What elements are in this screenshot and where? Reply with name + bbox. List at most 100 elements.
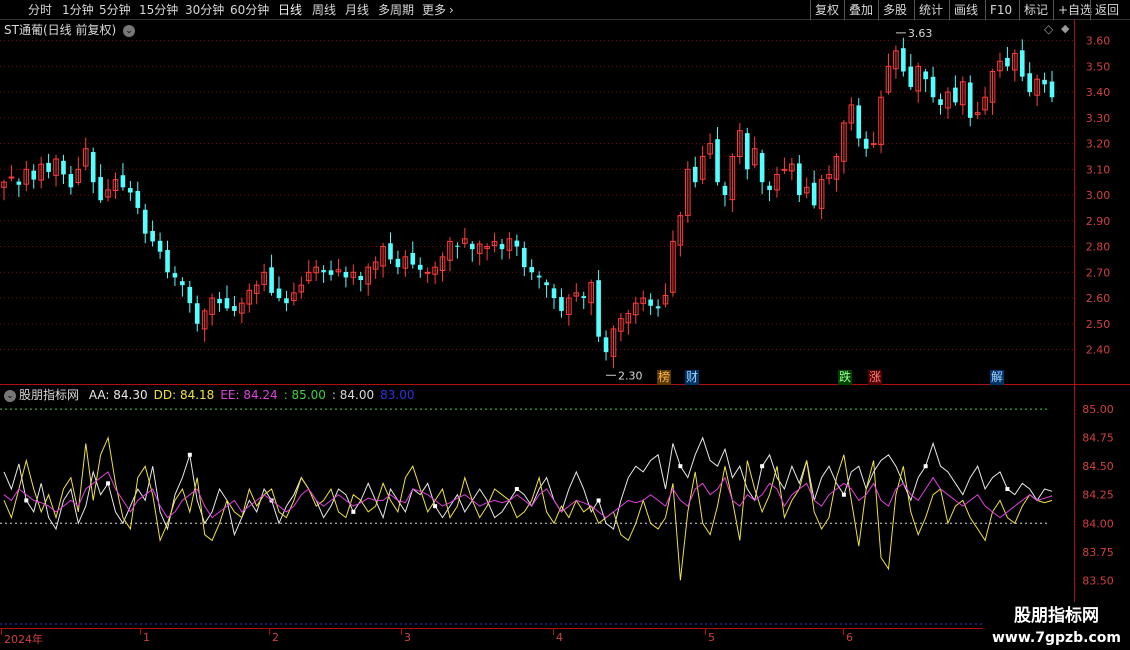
candle-body — [269, 267, 274, 293]
candle-body — [908, 66, 914, 87]
candle-body — [856, 105, 862, 139]
indicator-tick-label: 84.75 — [1082, 432, 1114, 445]
indicator-tick-label: 83.75 — [1082, 546, 1114, 559]
candle-body — [536, 275, 542, 278]
candle-body — [603, 337, 609, 353]
candle-body — [31, 170, 37, 180]
indicator-tick-label: 85.00 — [1082, 403, 1114, 416]
event-marker-2[interactable]: 跌 — [838, 370, 853, 385]
date-label-3: 3 — [404, 631, 411, 644]
candle-body — [953, 87, 958, 103]
price-tick-label: 3.10 — [1086, 163, 1111, 176]
candle-body — [120, 175, 126, 188]
candle-body — [692, 166, 698, 183]
candle-body — [744, 133, 750, 170]
candle-body — [1027, 73, 1033, 93]
candle-body — [863, 138, 869, 149]
candle-body — [581, 296, 587, 299]
candle-body — [529, 267, 535, 273]
candle-body — [232, 306, 237, 311]
low-price-label: 2.30 — [618, 369, 643, 382]
event-marker-1[interactable]: 财 — [685, 370, 700, 385]
date-label-1: 1 — [143, 631, 150, 644]
signal-dot — [351, 509, 356, 514]
signal-dot — [187, 452, 192, 457]
candle-body — [514, 240, 520, 247]
indicator-line-aa — [3, 436, 1053, 537]
candle-body — [1042, 79, 1047, 85]
candle-body — [150, 230, 155, 242]
date-label-6: 6 — [846, 631, 853, 644]
signal-dot — [923, 464, 928, 469]
price-tick-label: 2.60 — [1086, 292, 1111, 305]
candle-body — [648, 299, 653, 306]
candle-body — [187, 286, 193, 304]
candle-body — [328, 270, 334, 275]
candle-body — [395, 258, 401, 268]
date-axis: 2024年 1 2 3 4 5 6 — [0, 628, 1130, 650]
candle-body — [722, 185, 728, 196]
signal-dot — [841, 492, 846, 497]
date-label-5: 5 — [708, 631, 715, 644]
signal-dot — [596, 498, 601, 503]
candle-body — [276, 288, 282, 299]
signal-dot — [24, 498, 29, 503]
candle-body — [321, 270, 326, 273]
candle-body — [655, 306, 661, 309]
price-tick-label: 3.20 — [1086, 138, 1111, 151]
signal-dot — [514, 487, 519, 492]
candle-body — [870, 143, 877, 146]
date-tick — [140, 629, 141, 635]
candle-body — [90, 152, 96, 183]
candle-body — [1005, 57, 1010, 67]
price-tick-label: 3.00 — [1086, 189, 1111, 202]
candle-body — [424, 271, 431, 274]
candle-body — [165, 250, 170, 273]
indicator-tick-label: 84.25 — [1082, 489, 1114, 502]
price-tick-label: 2.40 — [1086, 344, 1111, 357]
price-tick-label: 2.70 — [1086, 266, 1111, 279]
signal-dot — [760, 464, 765, 469]
date-tick — [1, 629, 2, 635]
candle-body — [1019, 50, 1025, 77]
candle-body — [217, 298, 222, 304]
candle-body — [157, 240, 163, 252]
candle-body — [343, 271, 349, 278]
candle-body — [135, 191, 141, 208]
date-label-2: 2 — [272, 631, 279, 644]
event-marker-0[interactable]: 榜 — [657, 370, 672, 385]
indicator-tick-label: 84.50 — [1082, 460, 1114, 473]
candle-body — [16, 181, 22, 185]
price-tick-label: 3.60 — [1086, 35, 1111, 48]
price-tick-label: 2.80 — [1086, 241, 1111, 254]
price-tick-label: 2.50 — [1086, 318, 1111, 331]
candle-body — [559, 297, 564, 311]
candle-body — [715, 139, 720, 183]
event-marker-4[interactable]: 解 — [990, 370, 1005, 385]
candle-body — [224, 298, 230, 309]
price-tick-label: 3.50 — [1086, 60, 1111, 73]
signal-dot — [678, 464, 683, 469]
candle-body — [128, 188, 133, 193]
watermark-url: www.7gpzb.com — [991, 630, 1121, 646]
candle-body — [98, 177, 103, 201]
candle-body — [455, 245, 460, 247]
watermark-title: 股朋指标网 — [1014, 606, 1099, 626]
candle-body — [284, 298, 289, 304]
candle-body — [142, 209, 148, 234]
watermark: 股朋指标网 www.7gpzb.com — [983, 602, 1130, 650]
candle-body — [938, 99, 943, 105]
date-tick — [269, 629, 270, 635]
candle-body — [417, 264, 423, 270]
candle-body — [796, 163, 802, 196]
candle-body — [180, 281, 185, 286]
kline-chart[interactable]: 3.60 3.50 3.40 3.30 3.20 3.10 3.00 2.90 2.80 2.70… — [0, 0, 1130, 650]
event-marker-3[interactable]: 涨 — [868, 370, 883, 385]
candle-body — [358, 275, 364, 281]
indicator-tick-label: 83.50 — [1082, 574, 1114, 587]
candle-body — [499, 244, 505, 250]
price-tick-label: 3.30 — [1086, 112, 1111, 125]
price-tick-label: 3.40 — [1086, 86, 1111, 99]
candle-body — [596, 280, 601, 337]
candle-body — [811, 182, 817, 206]
